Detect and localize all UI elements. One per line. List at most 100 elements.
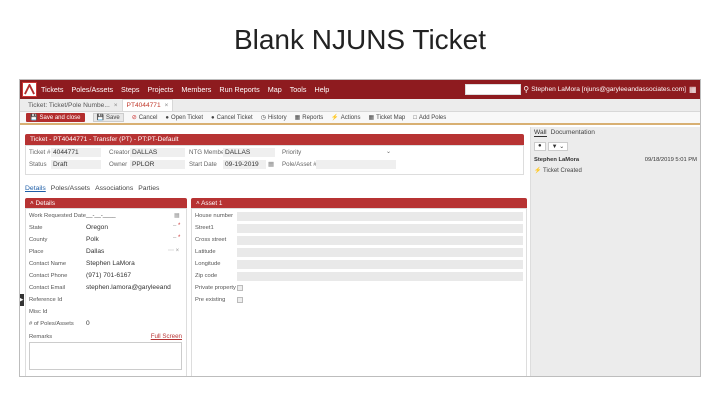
cross-street-field[interactable] — [237, 236, 523, 245]
save-button[interactable]: 💾 Save — [92, 113, 124, 122]
tab-documentation[interactable]: Documentation — [551, 129, 595, 137]
county-field[interactable]: Polk — [86, 236, 99, 243]
tab-pt4044771[interactable]: PT4044771 × — [121, 99, 174, 111]
pre-existing-checkbox[interactable] — [237, 297, 243, 303]
misc-id-label: Misc Id — [29, 309, 48, 315]
ntg-member-field[interactable]: DALLAS — [223, 148, 275, 157]
grid-menu-icon[interactable]: ▦ — [689, 85, 697, 94]
actions-button[interactable]: ⚡ Actions — [331, 114, 360, 121]
contact-email-field[interactable]: stephen.lamora@garyleeand — [86, 284, 171, 291]
nav-help[interactable]: Help — [315, 85, 330, 94]
cancel-ticket-button[interactable]: ● Cancel Ticket — [211, 115, 253, 121]
add-poles-button[interactable]: □ Add Poles — [413, 115, 446, 121]
comment-icon[interactable]: ● — [534, 142, 546, 151]
details-panel-header[interactable]: ˄ Details — [25, 198, 187, 208]
clear-icon[interactable]: – * — [173, 223, 180, 229]
map-icon: ▦ — [368, 115, 375, 121]
tab-parties[interactable]: Parties — [138, 185, 159, 192]
expand-arrow-icon[interactable]: ▶ — [20, 294, 24, 306]
remarks-label: Remarks — [29, 334, 53, 340]
detail-tabs: Details Poles/Assets Associations Partie… — [25, 185, 164, 192]
top-nav: Tickets Poles/Assets Steps Projects Memb… — [20, 80, 700, 99]
history-button[interactable]: ◷ History — [261, 114, 287, 121]
longitude-label: Longitude — [195, 261, 221, 267]
asset-panel-header[interactable]: ˄ Asset 1 — [191, 198, 527, 208]
nav-steps[interactable]: Steps — [121, 85, 139, 94]
private-property-label: Private property — [195, 285, 236, 291]
clear-icon[interactable]: ⋯ × — [168, 247, 179, 254]
save-and-close-label: Save and close — [39, 115, 81, 121]
full-screen-link[interactable]: Full Screen — [151, 333, 182, 340]
tab-poles-assets[interactable]: Poles/Assets — [51, 185, 90, 192]
pole-asset-field[interactable] — [316, 160, 396, 169]
state-field[interactable]: Oregon — [86, 224, 108, 231]
calendar-icon[interactable]: ▦ — [174, 212, 180, 219]
state-label: State — [29, 225, 43, 231]
zip-code-field[interactable] — [237, 272, 523, 281]
house-number-field[interactable] — [237, 212, 523, 221]
house-number-label: House number — [195, 213, 234, 219]
private-property-checkbox[interactable] — [237, 285, 243, 291]
njuns-logo-icon[interactable] — [22, 82, 37, 97]
nav-members[interactable]: Members — [181, 85, 211, 94]
nav-run-reports[interactable]: Run Reports — [219, 85, 259, 94]
longitude-field[interactable] — [237, 260, 523, 269]
open-icon: ● — [165, 114, 170, 121]
save-and-close-button[interactable]: 💾 Save and close — [26, 113, 85, 122]
cancel-button[interactable]: ⊘ Cancel — [132, 114, 158, 121]
ticket-map-button[interactable]: ▦ Ticket Map — [368, 114, 405, 121]
start-date-field[interactable]: 09-19-2019 — [223, 160, 266, 169]
latitude-field[interactable] — [237, 248, 523, 257]
tab-details[interactable]: Details — [25, 185, 46, 192]
search-icon[interactable]: ⚲ — [521, 85, 531, 94]
status-label: Status — [29, 161, 47, 168]
nav-projects[interactable]: Projects — [147, 85, 173, 94]
tab-ticket-list[interactable]: Ticket: Ticket/Pole Numbe... × — [24, 100, 122, 111]
cancel-icon: ⊘ — [131, 115, 137, 121]
details-panel-title: Details — [35, 199, 56, 207]
tab-wall[interactable]: Wall — [534, 129, 547, 137]
cross-street-label: Cross street — [195, 237, 227, 243]
reports-button[interactable]: ▦ Reports — [295, 114, 324, 121]
filter-icon[interactable]: ▼ ⌄ — [547, 142, 569, 151]
pre-existing-label: Pre existing — [195, 297, 226, 303]
ticket-summary: Ticket # 4044771 Creator DALLAS NTG Memb… — [25, 145, 524, 175]
search-input[interactable] — [465, 84, 522, 95]
tab-pt4044771-label: PT4044771 — [126, 102, 161, 109]
reports-icon: ▦ — [294, 115, 301, 121]
poles-assets-count-field: 0 — [86, 320, 90, 327]
document-tabs: Ticket: Ticket/Pole Numbe... × PT4044771… — [20, 99, 700, 112]
calendar-icon[interactable]: ▦ — [268, 160, 274, 168]
nav-tools[interactable]: Tools — [290, 85, 307, 94]
contact-phone-field[interactable]: (971) 701-6167 — [86, 272, 131, 279]
close-icon[interactable]: × — [165, 102, 169, 109]
nav-poles-assets[interactable]: Poles/Assets — [72, 85, 114, 94]
toolbar: 💾 Save and close 💾 Save ⊘ Cancel ● Open Tick… — [20, 112, 700, 125]
close-icon[interactable]: × — [114, 102, 118, 109]
ticket-number-label: Ticket # — [29, 149, 51, 156]
nav-map[interactable]: Map — [268, 85, 282, 94]
remarks-textarea[interactable] — [29, 342, 182, 370]
contact-email-label: Contact Email — [29, 285, 66, 291]
lightning-icon: ⚡ — [534, 168, 542, 174]
contact-name-field[interactable]: Stephen LaMora — [86, 260, 135, 267]
place-field[interactable]: Dallas — [86, 248, 104, 255]
clear-icon[interactable]: – * — [173, 235, 180, 241]
wall-panel: Wall Documentation ● ▼ ⌄ Stephen LaMora … — [530, 127, 700, 376]
creator-label: Creator — [109, 149, 130, 156]
work-requested-date-field[interactable]: __-__-____ — [86, 213, 116, 219]
reference-id-label: Reference Id — [29, 297, 63, 303]
street1-field[interactable] — [237, 224, 523, 233]
wall-entry-timestamp: 09/18/2019 5:01 PM — [644, 157, 697, 163]
app-screenshot: Tickets Poles/Assets Steps Projects Memb… — [19, 79, 701, 377]
reports-label: Reports — [302, 115, 324, 121]
save-label: Save — [106, 115, 120, 121]
user-account[interactable]: Stephen LaMora [njuns@garyleeandassociat… — [531, 86, 686, 93]
nav-tickets[interactable]: Tickets — [41, 85, 64, 94]
ticket-header: Ticket - PT4044771 - Transfer (PT) - PT:… — [25, 134, 524, 145]
tab-associations[interactable]: Associations — [95, 185, 133, 192]
owner-field: PPLOR — [130, 160, 185, 169]
add-poles-label: Add Poles — [418, 114, 447, 121]
open-ticket-button[interactable]: ● Open Ticket — [165, 115, 203, 121]
chevron-down-icon[interactable]: ⌄ — [386, 148, 391, 155]
